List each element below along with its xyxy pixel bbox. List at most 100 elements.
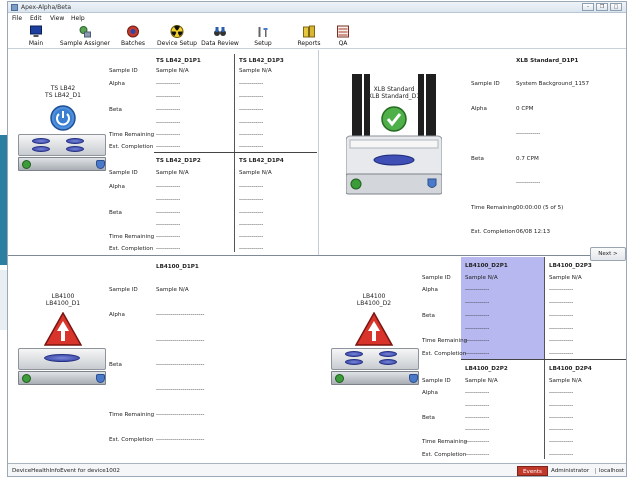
- device-name: LB4100 LB4100_D1: [33, 293, 93, 307]
- value-alpha-2: ------------: [465, 300, 490, 306]
- value-beta-2: ------------------------: [156, 387, 205, 393]
- value-alpha-2: ------------: [549, 403, 574, 409]
- label-beta: Beta: [109, 362, 122, 368]
- label-sample-id: Sample ID: [109, 170, 138, 176]
- toolbar-main-button[interactable]: Main: [16, 24, 56, 49]
- value-beta: ------------: [465, 313, 490, 319]
- label-beta: Beta: [422, 415, 435, 421]
- sample-dish: [379, 359, 397, 365]
- radiation-icon: [170, 25, 184, 38]
- minimize-button[interactable]: –: [582, 3, 594, 11]
- toolbar-batches-label: Batches: [120, 40, 146, 47]
- value-beta-2: ------------: [465, 326, 490, 332]
- value-alpha-2: ------------: [239, 197, 264, 203]
- toolbar-qa-button[interactable]: QA: [333, 24, 353, 49]
- value-alpha: ------------: [156, 81, 181, 87]
- value-beta: ------------------------: [156, 362, 205, 368]
- value-alpha: ------------: [465, 390, 490, 396]
- toolbar-setup-button[interactable]: Setup: [248, 24, 278, 49]
- row-divider: [461, 359, 626, 360]
- label-time-remaining: Time Remaining: [109, 132, 155, 138]
- value-sample-id: Sample N/A: [549, 378, 582, 384]
- value-beta: ------------: [239, 107, 264, 113]
- sample-dish: [379, 351, 397, 357]
- device-panel-ts-lb42[interactable]: TS LB42 TS LB42_D1 TS LB42_D1P1 Sample I…: [8, 50, 318, 255]
- label-beta: Beta: [109, 107, 122, 113]
- row-divider: [154, 152, 317, 153]
- value-beta: ------------: [239, 210, 264, 216]
- label-est-completion: Est. Completion: [109, 246, 154, 252]
- device-panel-lb4100-d2[interactable]: LB4100 LB4100_D2 Sample ID Alpha Beta Ti…: [319, 256, 626, 461]
- monitor-icon: [30, 25, 42, 37]
- position-header: XLB Standard_D1P1: [516, 58, 579, 64]
- device-name-line2: LB4100_D2: [356, 300, 392, 307]
- app-window: Apex-Alpha/Beta – ❐ □ File Edit View Hel…: [7, 1, 627, 477]
- device-panel-xlb-standard[interactable]: XLB Standard XLB Standard_D1 XLB Standar…: [319, 50, 626, 255]
- status-ok-icon: [22, 374, 31, 383]
- menu-file[interactable]: File: [12, 15, 22, 22]
- value-time-remaining: ------------: [239, 234, 264, 240]
- maximize-button[interactable]: ❐: [596, 3, 608, 11]
- value-alpha: ------------: [239, 184, 264, 190]
- next-button[interactable]: Next >: [590, 247, 626, 261]
- toolbar-data-review-label: Data Review: [201, 40, 239, 47]
- toolbar-data-review-button[interactable]: Data Review: [199, 24, 241, 49]
- value-beta: ------------: [549, 313, 574, 319]
- value-beta-2: ------------: [156, 222, 181, 228]
- toolbar-reports-button[interactable]: Reports: [291, 24, 327, 49]
- value-est-completion: ------------: [239, 144, 264, 150]
- position-header: LB4100_D1P1: [156, 264, 199, 270]
- value-beta: ------------: [465, 415, 490, 421]
- value-time-remaining: ------------: [549, 439, 574, 445]
- menu-edit[interactable]: Edit: [30, 15, 42, 22]
- device-name-line1: XLB Standard: [373, 86, 415, 93]
- value-sample-id: Sample N/A: [156, 68, 189, 74]
- label-beta: Beta: [422, 313, 435, 319]
- close-button[interactable]: □: [610, 3, 622, 11]
- status-ok-icon: [335, 374, 344, 383]
- position-header: LB4100_D2P4: [549, 366, 592, 372]
- sample-dish: [66, 146, 84, 152]
- label-alpha: Alpha: [422, 390, 438, 396]
- toolbar-qa-label: QA: [338, 40, 348, 47]
- value-beta: ------------: [549, 415, 574, 421]
- toolbar-device-setup-button[interactable]: Device Setup: [154, 24, 200, 49]
- events-button[interactable]: Events: [517, 466, 548, 476]
- device-graphic: [18, 346, 106, 391]
- value-time-remaining: ------------: [239, 132, 264, 138]
- device-base: [18, 371, 106, 385]
- label-alpha: Alpha: [109, 184, 125, 190]
- binoculars-icon: [214, 27, 226, 36]
- value-est-completion: ------------: [549, 452, 574, 458]
- position-header: TS LB42_D1P4: [239, 158, 284, 164]
- position-header: TS LB42_D1P1: [156, 58, 201, 64]
- value-est-completion: 06/08 12:13: [516, 229, 551, 235]
- label-est-completion: Est. Completion: [422, 351, 467, 357]
- value-alpha: ------------------------: [156, 312, 205, 318]
- position-divider: [544, 257, 545, 459]
- position-header: TS LB42_D1P2: [156, 158, 201, 164]
- menu-help[interactable]: Help: [71, 15, 85, 22]
- value-time-remaining: 00:00:00 (5 of 5): [516, 205, 564, 211]
- device-panel-lb4100-d1[interactable]: LB4100 LB4100_D1 LB4100_D1P1 Sample ID S…: [8, 256, 318, 461]
- toolbar-sample-assigner-button[interactable]: Sample Assigner: [58, 24, 112, 49]
- value-beta-2: ------------: [239, 120, 264, 126]
- label-time-remaining: Time Remaining: [109, 234, 155, 240]
- label-est-completion: Est. Completion: [471, 229, 516, 235]
- menu-view[interactable]: View: [50, 15, 64, 22]
- value-beta-2: ------------: [549, 427, 574, 433]
- qa-chart-icon: [337, 25, 349, 38]
- device-name-line1: LB4100: [51, 293, 75, 300]
- value-alpha-2: ------------: [516, 131, 541, 137]
- warning-status-icon: [44, 312, 82, 346]
- reports-icon: [303, 25, 315, 38]
- sample-assigner-icon: [79, 26, 91, 38]
- value-alpha: ------------: [549, 287, 574, 293]
- device-name-line1: TS LB42: [50, 85, 76, 92]
- label-time-remaining: Time Remaining: [422, 338, 468, 344]
- label-sample-id: Sample ID: [109, 68, 138, 74]
- sample-dish: [44, 354, 80, 362]
- value-est-completion: ------------: [549, 351, 574, 357]
- toolbar-batches-button[interactable]: Batches: [114, 24, 152, 49]
- device-graphic: [18, 132, 106, 177]
